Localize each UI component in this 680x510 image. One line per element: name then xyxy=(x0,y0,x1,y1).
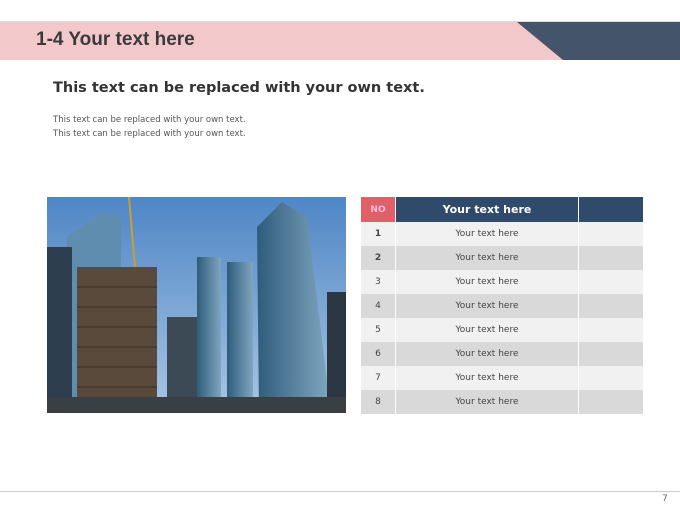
row-extra xyxy=(578,390,644,414)
header-extra xyxy=(578,197,644,222)
row-no: 8 xyxy=(361,390,396,414)
row-text: Your text here xyxy=(395,294,579,318)
row-text: Your text here xyxy=(395,222,579,246)
row-no: 5 xyxy=(361,318,396,342)
table-row: 7 Your text here xyxy=(361,366,644,390)
row-text: Your text here xyxy=(395,342,579,366)
row-no: 4 xyxy=(361,294,396,318)
page-title: 1-4 Your text here xyxy=(36,29,195,50)
row-text: Your text here xyxy=(395,366,579,390)
row-text: Your text here xyxy=(395,390,579,414)
table-row: 3 Your text here xyxy=(361,270,644,294)
row-text: Your text here xyxy=(395,270,579,294)
row-no: 3 xyxy=(361,270,396,294)
row-extra xyxy=(578,318,644,342)
footer-divider xyxy=(0,491,680,492)
row-no: 6 xyxy=(361,342,396,366)
row-no: 2 xyxy=(361,246,396,270)
row-no: 1 xyxy=(361,222,396,246)
row-extra xyxy=(578,246,644,270)
row-extra xyxy=(578,342,644,366)
table-row: 2 Your text here xyxy=(361,246,644,270)
header-text: Your text here xyxy=(395,197,579,222)
subtitle: This text can be replaced with your own … xyxy=(53,80,425,96)
row-extra xyxy=(578,294,644,318)
header-no: NO xyxy=(361,197,396,222)
row-extra xyxy=(578,366,644,390)
building-photo xyxy=(47,197,346,413)
data-table: NO Your text here 1 Your text here 2 Your … xyxy=(361,197,644,414)
row-extra xyxy=(578,270,644,294)
row-text: Your text here xyxy=(395,318,579,342)
table-row: 6 Your text here xyxy=(361,342,644,366)
row-extra xyxy=(578,222,644,246)
table-row: 8 Your text here xyxy=(361,390,644,414)
table-row: 5 Your text here xyxy=(361,318,644,342)
row-text: Your text here xyxy=(395,246,579,270)
body-text: This text can be replaced with your own … xyxy=(53,113,246,141)
row-no: 7 xyxy=(361,366,396,390)
page-number: 7 xyxy=(662,494,668,504)
body-line: This text can be replaced with your own … xyxy=(53,129,246,139)
table-row: 4 Your text here xyxy=(361,294,644,318)
body-line: This text can be replaced with your own … xyxy=(53,115,246,125)
table-row: 1 Your text here xyxy=(361,222,644,246)
table-header: NO Your text here xyxy=(361,197,644,222)
